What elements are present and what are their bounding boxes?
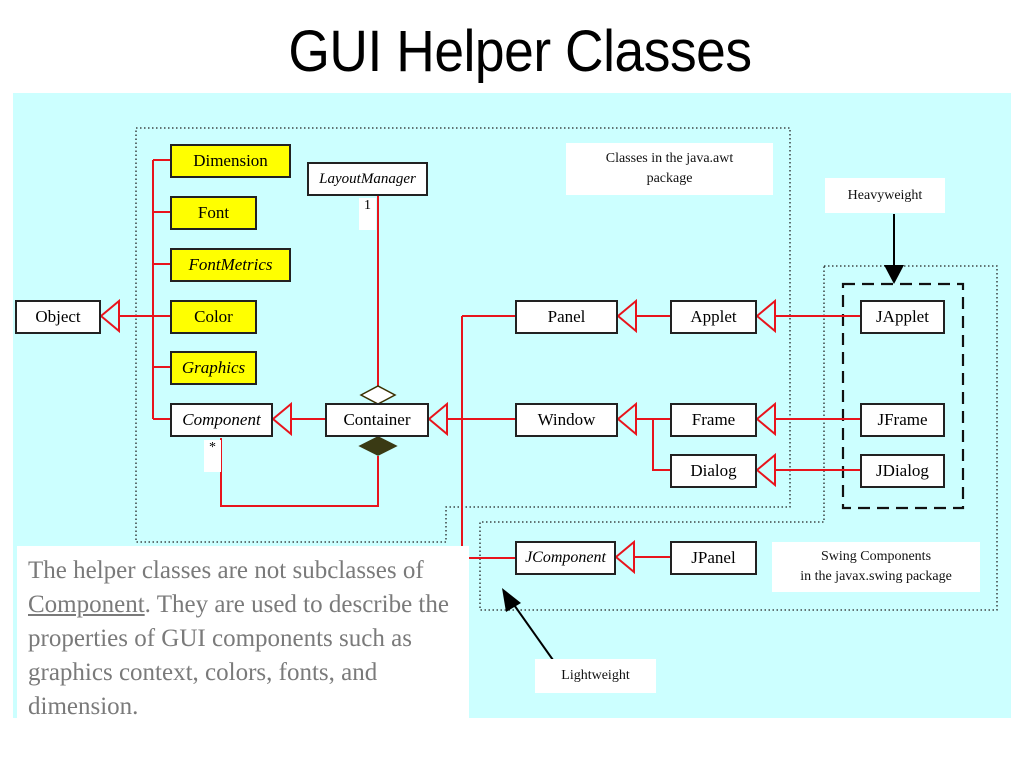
- swing-package-label-line1: Swing Components: [820, 549, 932, 564]
- awt-bus: [445, 315, 515, 559]
- inherit-arrow-frame: [755, 401, 776, 437]
- component-composition-line: [220, 438, 379, 507]
- class-color: Color: [170, 300, 257, 334]
- class-graphics: Graphics: [170, 351, 257, 385]
- awt-package-label-line2: package: [646, 171, 693, 186]
- inherit-arrow-applet: [755, 298, 776, 334]
- inherit-arrow-panel: [616, 298, 637, 334]
- lightweight-label: Lightweight: [535, 659, 656, 693]
- class-fontmetrics: FontMetrics: [170, 248, 291, 282]
- lightweight-arrowhead: [502, 588, 521, 612]
- class-panel: Panel: [515, 300, 618, 334]
- helper-bus: [120, 159, 170, 420]
- class-dimension: Dimension: [170, 144, 291, 178]
- class-jframe: JFrame: [860, 403, 945, 437]
- multiplicity-one: 1: [359, 198, 376, 230]
- frame-dialog-to-window: [636, 418, 670, 471]
- composition-diamond: [358, 436, 398, 456]
- inherit-arrow-dialog: [755, 452, 776, 488]
- swing-package-label: Swing Components in the javax.swing pack…: [772, 542, 980, 592]
- heavyweight-arrowhead: [884, 265, 904, 284]
- inherit-arrow-component: [271, 401, 292, 437]
- class-frame: Frame: [670, 403, 757, 437]
- class-jcomponent: JComponent: [515, 541, 616, 575]
- heavyweight-label: Heavyweight: [825, 178, 945, 213]
- inherit-arrow-container: [427, 401, 448, 437]
- awt-package-label: Classes in the java.awt package: [566, 143, 773, 195]
- class-japplet: JApplet: [860, 300, 945, 334]
- inherit-arrow-object: [99, 298, 120, 334]
- multiplicity-many: *: [204, 440, 221, 472]
- class-jdialog: JDialog: [860, 454, 945, 488]
- note-component-link: Component: [28, 591, 145, 618]
- class-component: Component: [170, 403, 273, 437]
- inherit-arrow-jcomponent: [614, 539, 635, 575]
- note-text-part1: The helper classes are not subclasses of: [28, 557, 424, 584]
- class-applet: Applet: [670, 300, 757, 334]
- aggregation-diamond: [359, 385, 397, 405]
- class-jpanel: JPanel: [670, 541, 757, 575]
- class-container: Container: [325, 403, 429, 437]
- inherit-arrow-window: [616, 401, 637, 437]
- class-window: Window: [515, 403, 618, 437]
- explanation-note: The helper classes are not subclasses of…: [17, 546, 469, 720]
- class-font: Font: [170, 196, 257, 230]
- swing-package-label-line2: in the javax.swing package: [800, 569, 952, 584]
- awt-package-label-line1: Classes in the java.awt: [605, 151, 734, 166]
- class-dialog: Dialog: [670, 454, 757, 488]
- class-layoutmanager: LayoutManager: [307, 162, 428, 196]
- class-object: Object: [15, 300, 101, 334]
